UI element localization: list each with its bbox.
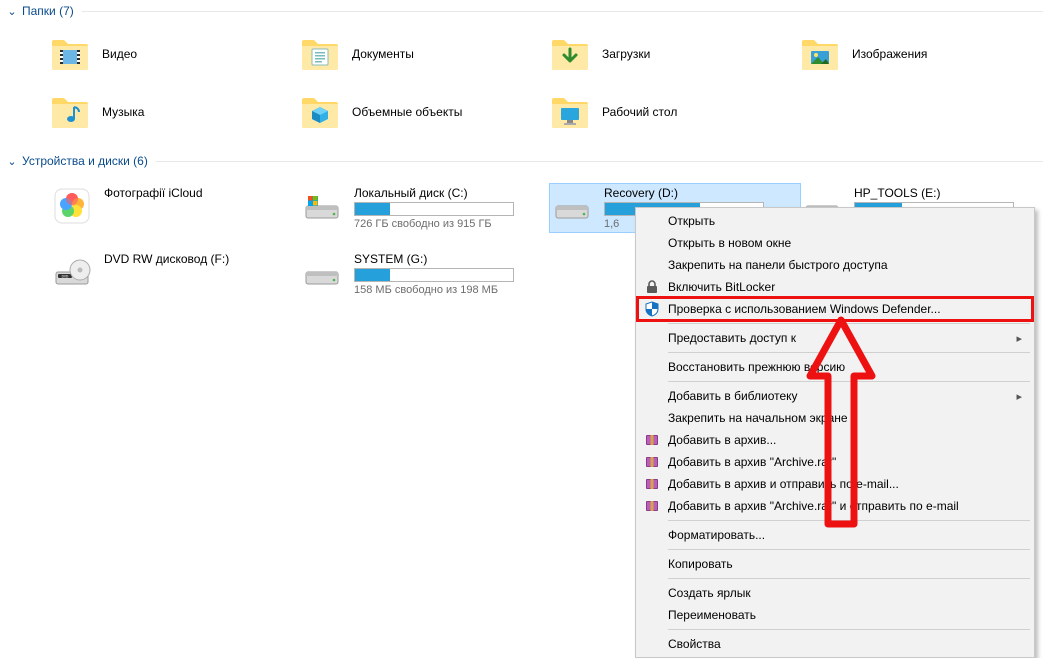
winrar-icon xyxy=(644,476,660,492)
drive-free-text: 158 МБ свободно из 198 МБ xyxy=(354,284,514,296)
drive-c[interactable]: Локальный диск (C:) 726 ГБ свободно из 9… xyxy=(300,184,550,232)
folder-label: Рабочий стол xyxy=(602,105,677,119)
drive-label: SYSTEM (G:) xyxy=(354,252,514,266)
folder-label: Изображения xyxy=(852,47,927,61)
ctx-rar-archive[interactable]: Добавить в архив "Archive.rar" xyxy=(638,451,1032,473)
bitlocker-icon xyxy=(644,279,660,295)
section-drives-count: (6) xyxy=(133,154,148,168)
hdd-icon xyxy=(552,186,592,226)
photos-icon xyxy=(52,186,92,226)
divider xyxy=(156,161,1043,162)
ctx-rar-email[interactable]: Добавить в архив и отправить по e-mail..… xyxy=(638,473,1032,495)
folder-desktop[interactable]: Рабочий стол xyxy=(550,92,800,132)
folder-icon xyxy=(300,34,340,74)
separator xyxy=(668,520,1030,521)
ctx-bitlocker[interactable]: Включить BitLocker xyxy=(638,276,1032,298)
folder-music[interactable]: Музыка xyxy=(50,92,300,132)
folder-video[interactable]: Видео xyxy=(50,34,300,74)
dvd-drive-icon: DVD xyxy=(52,252,92,292)
folder-icon xyxy=(800,34,840,74)
drive-usage-bar xyxy=(354,268,514,282)
ctx-windows-defender-scan[interactable]: Проверка с использованием Windows Defend… xyxy=(638,298,1032,320)
folder-icon xyxy=(550,92,590,132)
section-folders-header[interactable]: ⌄ Папки (7) xyxy=(0,0,1051,24)
folder-3dobjects[interactable]: Объемные объекты xyxy=(300,92,550,132)
folder-label: Документы xyxy=(352,47,414,61)
folder-icon xyxy=(50,92,90,132)
ctx-create-shortcut[interactable]: Создать ярлык xyxy=(638,582,1032,604)
drive-label: HP_TOOLS (E:) xyxy=(854,186,1014,200)
separator xyxy=(668,381,1030,382)
hdd-icon xyxy=(302,186,342,226)
ctx-pin-start[interactable]: Закрепить на начальном экране xyxy=(638,407,1032,429)
defender-shield-icon xyxy=(644,301,660,317)
drive-dvd[interactable]: DVD DVD RW дисковод (F:) xyxy=(50,250,300,298)
separator xyxy=(668,578,1030,579)
ctx-rar-add[interactable]: Добавить в архив... xyxy=(638,429,1032,451)
ctx-format[interactable]: Форматировать... xyxy=(638,524,1032,546)
folder-downloads[interactable]: Загрузки xyxy=(550,34,800,74)
folder-documents[interactable]: Документы xyxy=(300,34,550,74)
separator xyxy=(668,629,1030,630)
chevron-down-icon: ⌄ xyxy=(6,5,18,18)
drive-icloud-photos[interactable]: Фотографії iCloud xyxy=(50,184,300,232)
separator xyxy=(668,352,1030,353)
drive-label: DVD RW дисковод (F:) xyxy=(104,252,264,266)
folder-icon xyxy=(50,34,90,74)
drive-free-text: 726 ГБ свободно из 915 ГБ xyxy=(354,218,514,230)
section-drives-header[interactable]: ⌄ Устройства и диски (6) xyxy=(0,150,1051,174)
ctx-open[interactable]: Открыть xyxy=(638,210,1032,232)
hdd-icon xyxy=(302,252,342,292)
ctx-rename[interactable]: Переименовать xyxy=(638,604,1032,626)
folder-pictures[interactable]: Изображения xyxy=(800,34,1050,74)
folder-icon xyxy=(300,92,340,132)
svg-text:DVD: DVD xyxy=(62,275,69,279)
ctx-add-to-library[interactable]: Добавить в библиотеку xyxy=(638,385,1032,407)
winrar-icon xyxy=(644,498,660,514)
drive-g[interactable]: SYSTEM (G:) 158 МБ свободно из 198 МБ xyxy=(300,250,550,298)
ctx-pin-quick-access[interactable]: Закрепить на панели быстрого доступа xyxy=(638,254,1032,276)
winrar-icon xyxy=(644,454,660,470)
context-menu: Открыть Открыть в новом окне Закрепить н… xyxy=(635,207,1035,658)
folder-icon xyxy=(550,34,590,74)
drive-label: Recovery (D:) xyxy=(604,186,764,200)
drive-label: Локальный диск (C:) xyxy=(354,186,514,200)
ctx-restore-previous[interactable]: Восстановить прежнюю версию xyxy=(638,356,1032,378)
drive-usage-bar xyxy=(354,202,514,216)
winrar-icon xyxy=(644,432,660,448)
folder-label: Объемные объекты xyxy=(352,105,462,119)
folder-label: Музыка xyxy=(102,105,144,119)
section-folders-title: Папки xyxy=(22,4,56,18)
separator xyxy=(668,323,1030,324)
folder-label: Загрузки xyxy=(602,47,650,61)
separator xyxy=(668,549,1030,550)
chevron-down-icon: ⌄ xyxy=(6,155,18,168)
folders-grid: Видео Документы Загрузки Изображения Муз… xyxy=(0,24,1051,150)
ctx-share-access[interactable]: Предоставить доступ к xyxy=(638,327,1032,349)
drive-label: Фотографії iCloud xyxy=(104,186,264,200)
section-folders-count: (7) xyxy=(59,4,74,18)
ctx-copy[interactable]: Копировать xyxy=(638,553,1032,575)
section-drives-title: Устройства и диски xyxy=(22,154,130,168)
ctx-open-new-window[interactable]: Открыть в новом окне xyxy=(638,232,1032,254)
divider xyxy=(82,11,1043,12)
ctx-properties[interactable]: Свойства xyxy=(638,633,1032,655)
ctx-rar-archive-email[interactable]: Добавить в архив "Archive.rar" и отправи… xyxy=(638,495,1032,517)
folder-label: Видео xyxy=(102,47,137,61)
